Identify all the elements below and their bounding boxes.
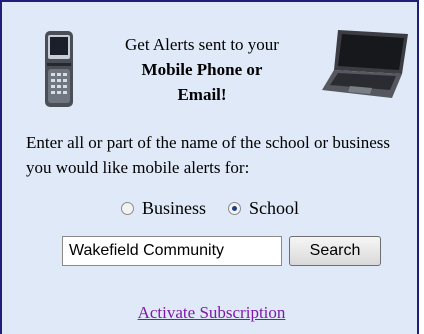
headline-line-3: Email! (177, 85, 227, 104)
laptop-icon (322, 30, 408, 98)
search-button[interactable]: Search (289, 236, 381, 266)
school-radio[interactable] (228, 201, 242, 215)
instructions-text: Enter all or part of the name of the sch… (26, 133, 390, 177)
business-radio-label[interactable]: Business (142, 198, 206, 219)
business-radio[interactable] (121, 201, 134, 215)
alerts-widget: Get Alerts sent to your Mobile Phone or … (0, 0, 419, 334)
mobile-phone-icon (45, 31, 73, 107)
school-radio-label[interactable]: School (249, 198, 299, 219)
type-radio-group: Business School (121, 196, 321, 220)
activate-subscription-link[interactable]: Activate Subscription (2, 303, 421, 323)
headline-line-1: Get Alerts sent to your (125, 35, 279, 54)
headline: Get Alerts sent to your Mobile Phone or … (82, 32, 322, 107)
search-input[interactable] (62, 236, 282, 266)
headline-line-2: Mobile Phone or (141, 60, 263, 79)
